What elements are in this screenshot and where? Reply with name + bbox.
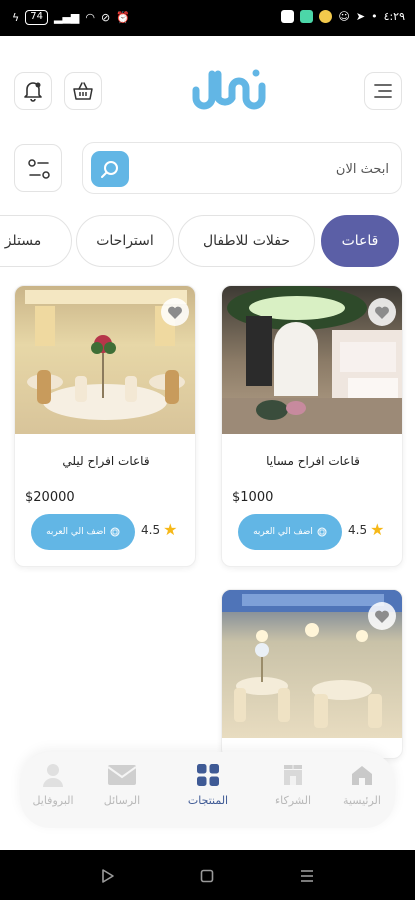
notification-app-icon xyxy=(281,10,295,23)
product-rating: 4.5 ★ xyxy=(141,522,177,538)
telegram-icon: ➤ xyxy=(355,10,366,23)
cart-icon xyxy=(317,527,327,537)
brand-logo-icon xyxy=(192,69,266,110)
product-price: $1000 xyxy=(232,490,274,505)
search-button[interactable] xyxy=(91,151,129,187)
product-rating: 4.5 ★ xyxy=(348,522,384,538)
square-home-icon xyxy=(200,869,214,883)
category-chip-rest-houses[interactable]: استراحات xyxy=(76,215,174,267)
add-to-cart-label: اضف الي العربه xyxy=(253,527,313,537)
signal-icon: ▂▄▆ xyxy=(54,11,80,24)
filter-button[interactable] xyxy=(14,144,62,192)
nav-label: الرسائل xyxy=(103,794,141,807)
dot-icon: • xyxy=(371,10,378,23)
status-left: ϟ 74 ▂▄▆ ◠ ⊘ ⏰ xyxy=(12,10,130,25)
nav-label: الشركاء xyxy=(274,794,312,807)
recents-icon xyxy=(301,870,313,882)
product-card[interactable] xyxy=(221,589,403,759)
clock: ٤:٢٩ xyxy=(383,10,405,23)
nav-label: الرئيسية xyxy=(343,794,381,807)
product-card[interactable]: قاعات افراح مسايا $1000 اضف الي العربه 4… xyxy=(221,285,403,567)
add-to-cart-label: اضف الي العربه xyxy=(46,527,106,537)
cart-icon xyxy=(110,527,120,537)
charging-icon: ϟ xyxy=(12,11,20,24)
heart-icon xyxy=(375,610,389,623)
home-button[interactable] xyxy=(197,866,217,886)
status-bar: ϟ 74 ▂▄▆ ◠ ⊘ ⏰ ☺ ➤ • ٤:٢٩ xyxy=(0,0,415,36)
menu-icon xyxy=(374,84,392,98)
notification-app-icon xyxy=(300,10,314,23)
heart-icon xyxy=(375,306,389,319)
wifi-icon: ◠ xyxy=(85,11,95,24)
add-to-cart-button[interactable]: اضف الي العربه xyxy=(238,514,342,550)
category-chip-halls[interactable]: قاعات xyxy=(321,215,399,267)
notifications-button[interactable] xyxy=(14,72,52,110)
app-screen: ϟ 74 ▂▄▆ ◠ ⊘ ⏰ ☺ ➤ • ٤:٢٩ ابحث الان قاعا… xyxy=(0,0,415,900)
favorite-button[interactable] xyxy=(368,602,396,630)
star-icon: ★ xyxy=(163,520,178,539)
product-price: $20000 xyxy=(25,490,75,505)
favorite-button[interactable] xyxy=(161,298,189,326)
search-input[interactable] xyxy=(169,155,389,183)
battery-indicator: 74 xyxy=(25,10,48,25)
grid-icon xyxy=(197,764,219,786)
triangle-back-icon xyxy=(102,869,114,883)
add-to-cart-button[interactable]: اضف الي العربه xyxy=(31,514,135,550)
app-header xyxy=(0,36,415,136)
snapchat-icon: ☺ xyxy=(338,10,350,23)
basket-icon xyxy=(73,82,93,100)
nav-label: البروفايل xyxy=(32,794,74,807)
user-icon xyxy=(43,764,63,787)
nav-messages[interactable]: الرسائل xyxy=(87,762,157,818)
category-chip-supplies[interactable]: مستلز xyxy=(0,215,72,267)
nav-label: المنتجات xyxy=(187,794,229,807)
product-card[interactable]: قاعات افراح ليلي $20000 اضف الي العربه 4… xyxy=(14,285,196,567)
alarm-icon: ⏰ xyxy=(116,11,130,24)
product-title: قاعات افراح ليلي xyxy=(62,454,150,468)
search-icon xyxy=(101,161,118,178)
star-icon: ★ xyxy=(370,520,385,539)
nav-products[interactable]: المنتجات xyxy=(173,762,243,818)
store-icon xyxy=(284,765,302,785)
search-bar xyxy=(82,142,402,194)
system-navigation-bar xyxy=(0,850,415,900)
nav-profile[interactable]: البروفايل xyxy=(18,762,88,818)
bell-icon xyxy=(24,82,42,102)
sliders-icon xyxy=(28,159,50,179)
heart-icon xyxy=(168,306,182,319)
nav-home[interactable]: الرئيسية xyxy=(327,762,397,818)
bottom-nav: الرئيسية الشركاء المنتجات الرسائل البروف… xyxy=(20,752,395,828)
mail-icon xyxy=(107,765,137,785)
back-button[interactable] xyxy=(98,866,118,886)
category-chip-kids-parties[interactable]: حفلات للاطفال xyxy=(178,215,315,267)
category-tabs: قاعات حفلات للاطفال استراحات مستلز xyxy=(0,215,415,269)
rating-value: 4.5 xyxy=(348,523,368,537)
notification-app-icon xyxy=(319,10,333,23)
rating-value: 4.5 xyxy=(141,523,161,537)
basket-button[interactable] xyxy=(64,72,102,110)
product-title: قاعات افراح مسايا xyxy=(266,454,360,468)
home-icon xyxy=(352,766,372,785)
favorite-button[interactable] xyxy=(368,298,396,326)
status-right: ☺ ➤ • ٤:٢٩ xyxy=(281,10,405,23)
recents-button[interactable] xyxy=(297,866,317,886)
vibrate-icon: ⊘ xyxy=(101,11,111,24)
nav-partners[interactable]: الشركاء xyxy=(258,762,328,818)
menu-button[interactable] xyxy=(364,72,402,110)
